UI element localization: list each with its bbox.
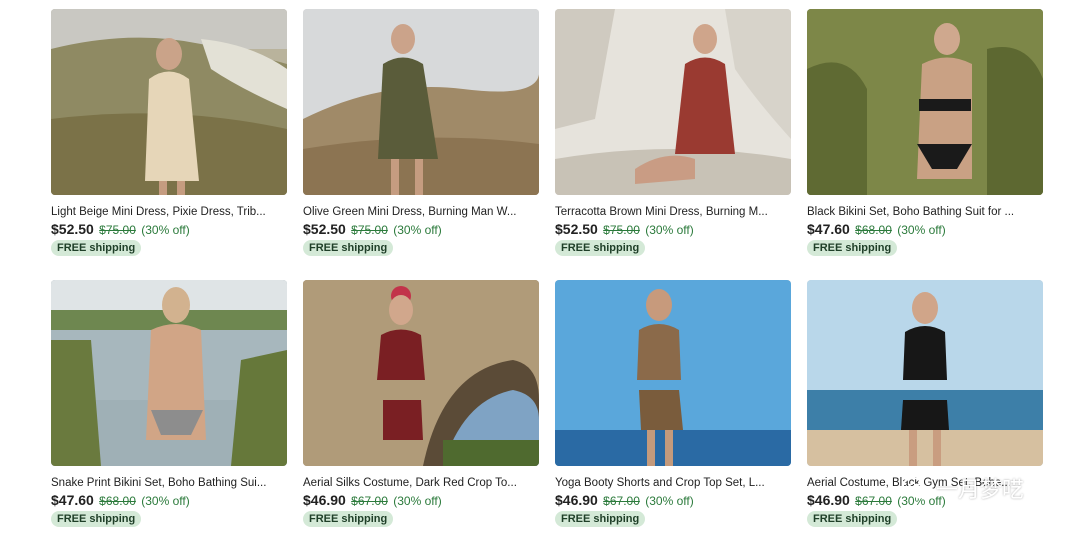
free-shipping-badge: FREE shipping <box>51 240 142 256</box>
listing-title[interactable]: Yoga Booty Shorts and Crop Top Set, L... <box>555 476 791 490</box>
sale-price: $46.90 <box>807 492 850 508</box>
listing-card[interactable]: Black Bikini Set, Boho Bathing Suit for … <box>807 9 1043 256</box>
sale-price: $52.50 <box>555 221 598 237</box>
listing-card[interactable]: Snake Print Bikini Set, Boho Bathing Sui… <box>51 280 287 527</box>
original-price: $67.00 <box>351 494 388 508</box>
discount-label: (30% off) <box>645 494 694 508</box>
original-price: $68.00 <box>855 223 892 237</box>
listing-image[interactable] <box>555 280 791 466</box>
listing-card[interactable]: Aerial Costume, Black Gym Set, Bohe... $… <box>807 280 1043 527</box>
discount-label: (30% off) <box>645 223 694 237</box>
price-line: $52.50 $75.00 (30% off) <box>51 221 287 238</box>
listing-title[interactable]: Terracotta Brown Mini Dress, Burning M..… <box>555 205 791 219</box>
sale-price: $47.60 <box>51 492 94 508</box>
discount-label: (30% off) <box>141 494 190 508</box>
listing-title[interactable]: Snake Print Bikini Set, Boho Bathing Sui… <box>51 476 287 490</box>
original-price: $75.00 <box>99 223 136 237</box>
original-price: $67.00 <box>855 494 892 508</box>
price-line: $46.90 $67.00 (30% off) <box>807 492 1043 509</box>
listing-title[interactable]: Black Bikini Set, Boho Bathing Suit for … <box>807 205 1043 219</box>
price-line: $47.60 $68.00 (30% off) <box>807 221 1043 238</box>
listing-title[interactable]: Aerial Costume, Black Gym Set, Bohe... <box>807 476 1043 490</box>
discount-label: (30% off) <box>141 223 190 237</box>
sale-price: $47.60 <box>807 221 850 237</box>
free-shipping-badge: FREE shipping <box>51 511 142 527</box>
listing-image[interactable] <box>807 280 1043 466</box>
listing-grid: Light Beige Mini Dress, Pixie Dress, Tri… <box>51 9 1043 527</box>
sale-price: $52.50 <box>51 221 94 237</box>
free-shipping-badge: FREE shipping <box>807 240 898 256</box>
listing-title[interactable]: Olive Green Mini Dress, Burning Man W... <box>303 205 539 219</box>
original-price: $75.00 <box>603 223 640 237</box>
listing-image[interactable] <box>51 280 287 466</box>
sale-price: $52.50 <box>303 221 346 237</box>
free-shipping-badge: FREE shipping <box>555 240 646 256</box>
discount-label: (30% off) <box>897 494 946 508</box>
free-shipping-badge: FREE shipping <box>303 511 394 527</box>
listing-image[interactable] <box>807 9 1043 195</box>
price-line: $47.60 $68.00 (30% off) <box>51 492 287 509</box>
discount-label: (30% off) <box>393 223 442 237</box>
discount-label: (30% off) <box>393 494 442 508</box>
sale-price: $46.90 <box>555 492 598 508</box>
listing-image[interactable] <box>303 9 539 195</box>
price-line: $52.50 $75.00 (30% off) <box>303 221 539 238</box>
listing-card[interactable]: Aerial Silks Costume, Dark Red Crop To..… <box>303 280 539 527</box>
listing-image[interactable] <box>51 9 287 195</box>
price-line: $46.90 $67.00 (30% off) <box>303 492 539 509</box>
listing-card[interactable]: Light Beige Mini Dress, Pixie Dress, Tri… <box>51 9 287 256</box>
listing-image[interactable] <box>555 9 791 195</box>
listing-image[interactable] <box>303 280 539 466</box>
original-price: $68.00 <box>99 494 136 508</box>
discount-label: (30% off) <box>897 223 946 237</box>
listing-title[interactable]: Aerial Silks Costume, Dark Red Crop To..… <box>303 476 539 490</box>
price-line: $52.50 $75.00 (30% off) <box>555 221 791 238</box>
listing-card[interactable]: Yoga Booty Shorts and Crop Top Set, L...… <box>555 280 791 527</box>
free-shipping-badge: FREE shipping <box>555 511 646 527</box>
original-price: $75.00 <box>351 223 388 237</box>
original-price: $67.00 <box>603 494 640 508</box>
listing-title[interactable]: Light Beige Mini Dress, Pixie Dress, Tri… <box>51 205 287 219</box>
free-shipping-badge: FREE shipping <box>807 511 898 527</box>
free-shipping-badge: FREE shipping <box>303 240 394 256</box>
sale-price: $46.90 <box>303 492 346 508</box>
price-line: $46.90 $67.00 (30% off) <box>555 492 791 509</box>
listing-card[interactable]: Terracotta Brown Mini Dress, Burning M..… <box>555 9 791 256</box>
listing-card[interactable]: Olive Green Mini Dress, Burning Man W...… <box>303 9 539 256</box>
